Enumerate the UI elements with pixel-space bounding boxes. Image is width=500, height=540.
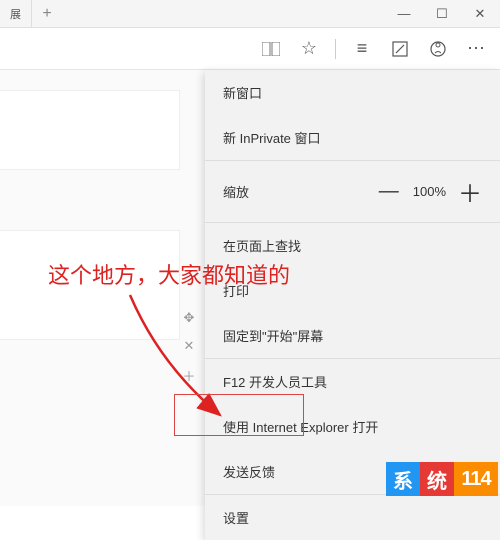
maximize-button[interactable]: ☐ (430, 2, 454, 26)
minimize-button[interactable]: — (392, 2, 416, 26)
menu-label: 新 InPrivate 窗口 (223, 128, 321, 147)
watermark-114: 114 (454, 462, 498, 496)
menu-settings[interactable]: 设置 (205, 495, 500, 540)
menu-label: 固定到"开始"屏幕 (223, 326, 323, 345)
zoom-in-button[interactable]: ＋ (458, 174, 482, 209)
remove-icon[interactable]: ✕ (182, 338, 196, 352)
toolbar: ☆ ≡ ⋯ (0, 28, 500, 70)
more-menu-icon[interactable]: ⋯ (460, 33, 492, 65)
tabs-area: 展 + (0, 0, 62, 27)
favorite-star-icon[interactable]: ☆ (293, 33, 325, 65)
move-icon[interactable]: ✥ (182, 310, 196, 324)
side-icons: ✥ ✕ ＋ (182, 310, 196, 380)
menu-zoom: 缩放 — 100% ＋ (205, 161, 500, 222)
annotation-text: 这个地方，大家都知道的 (48, 258, 290, 290)
menu-new-inprivate[interactable]: 新 InPrivate 窗口 (205, 115, 500, 160)
active-tab[interactable]: 展 (0, 0, 32, 27)
add-icon[interactable]: ＋ (182, 366, 196, 380)
watermark-xi: 系 (386, 462, 420, 496)
menu-new-window[interactable]: 新窗口 (205, 70, 500, 115)
menu-devtools[interactable]: F12 开发人员工具 (205, 359, 500, 404)
menu-label: 新窗口 (223, 83, 262, 102)
new-tab-button[interactable]: + (32, 0, 62, 27)
reading-view-icon[interactable] (255, 33, 287, 65)
zoom-out-button[interactable]: — (377, 180, 401, 203)
title-bar: 展 + — ☐ ✕ (0, 0, 500, 28)
page-block-1 (0, 90, 180, 170)
tab-label: 展 (10, 6, 21, 22)
web-note-icon[interactable] (384, 33, 416, 65)
menu-open-ie[interactable]: 使用 Internet Explorer 打开 (205, 404, 500, 449)
menu-label: F12 开发人员工具 (223, 372, 327, 391)
window-controls: — ☐ ✕ (392, 2, 500, 26)
menu-label: 发送反馈 (223, 462, 275, 481)
zoom-controls: — 100% ＋ (377, 174, 482, 209)
zoom-label: 缩放 (223, 182, 249, 201)
menu-pin[interactable]: 固定到"开始"屏幕 (205, 313, 500, 358)
menu-label: 使用 Internet Explorer 打开 (223, 417, 378, 436)
share-icon[interactable] (422, 33, 454, 65)
menu-label: 在页面上查找 (223, 236, 301, 255)
toolbar-separator (335, 39, 336, 59)
hub-icon[interactable]: ≡ (346, 33, 378, 65)
menu-label: 设置 (223, 508, 249, 527)
zoom-value: 100% (413, 184, 446, 199)
watermark-tong: 统 (420, 462, 454, 496)
watermark: 系 统 114 (386, 462, 498, 496)
close-window-button[interactable]: ✕ (468, 2, 492, 26)
